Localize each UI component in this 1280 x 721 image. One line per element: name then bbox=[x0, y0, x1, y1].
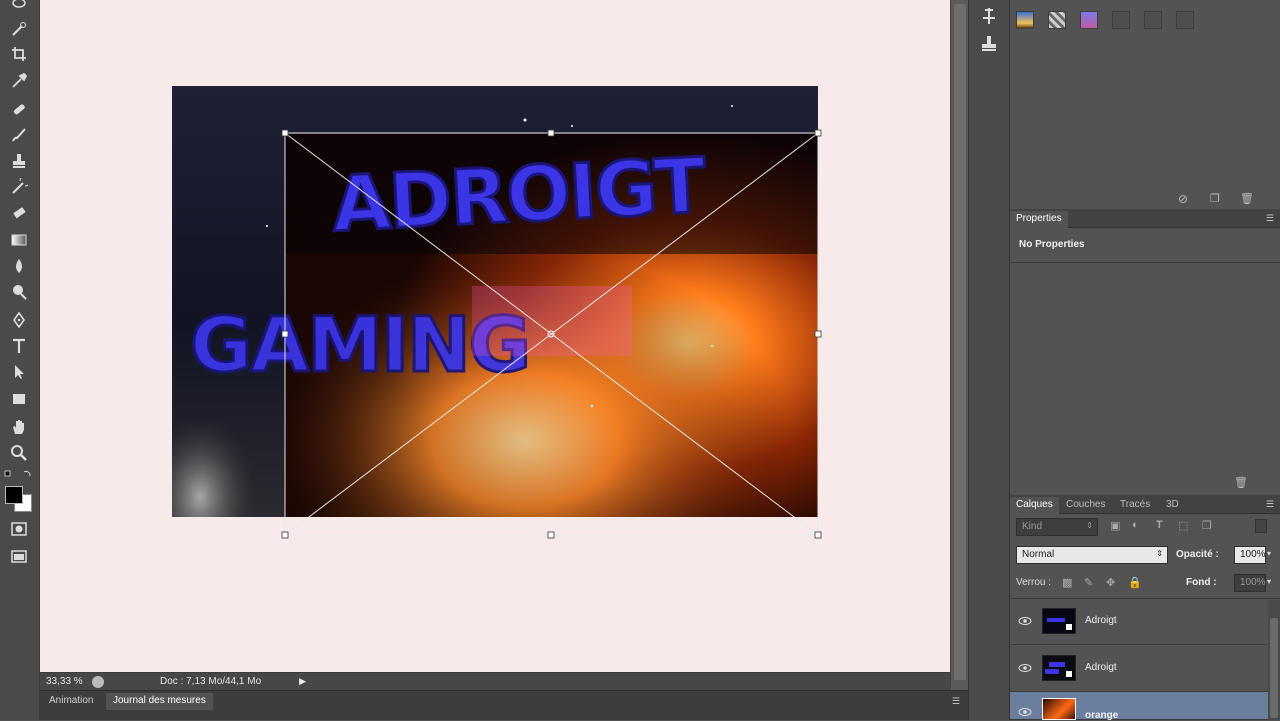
lock-label: Verrou : bbox=[1016, 577, 1052, 588]
opacity-input[interactable]: 100% bbox=[1234, 546, 1266, 564]
layer-row[interactable]: Adroigt bbox=[1010, 599, 1270, 645]
tab-measurement-log[interactable]: Journal des mesures bbox=[106, 693, 213, 710]
zoom-level[interactable]: 33,33 % bbox=[40, 676, 90, 687]
layer-row-selected[interactable]: orange bbox=[1010, 692, 1270, 721]
layer-thumbnail bbox=[1042, 655, 1076, 681]
canvas-vertical-scrollbar[interactable] bbox=[950, 0, 968, 690]
tab-paths[interactable]: Tracés bbox=[1114, 497, 1156, 514]
layers-panel-header: Calques Couches Tracés 3D ☰ bbox=[1010, 495, 1280, 514]
visibility-eye-icon[interactable] bbox=[1018, 662, 1032, 674]
filter-pixel-icon[interactable]: ▣ bbox=[1110, 519, 1120, 532]
layer-thumbnail bbox=[1042, 608, 1076, 634]
filter-adjustment-icon[interactable]: ◐ bbox=[1132, 519, 1139, 531]
properties-divider bbox=[1010, 262, 1280, 263]
style-swatch-empty-1[interactable] bbox=[1112, 11, 1130, 29]
tab-properties[interactable]: Properties bbox=[1010, 211, 1068, 228]
layer-row[interactable]: Adroigt bbox=[1010, 646, 1270, 692]
properties-delete-icon[interactable]: 🗑 bbox=[1234, 476, 1248, 489]
status-info-icon[interactable] bbox=[92, 675, 104, 688]
tool-presets-icon[interactable] bbox=[979, 6, 999, 26]
layers-scrollbar[interactable] bbox=[1268, 600, 1280, 720]
layers-scrollbar-thumb[interactable] bbox=[1270, 618, 1278, 718]
filter-toggle[interactable] bbox=[1255, 519, 1267, 533]
properties-menu-icon[interactable]: ☰ bbox=[1266, 213, 1274, 224]
scrollbar-thumb[interactable] bbox=[954, 4, 966, 680]
clone-source-icon[interactable] bbox=[979, 34, 999, 54]
status-menu-arrow-icon[interactable]: ▶ bbox=[299, 676, 306, 687]
tab-3d[interactable]: 3D bbox=[1160, 497, 1185, 514]
style-swatch-landscape[interactable] bbox=[1016, 11, 1034, 29]
lock-transparent-icon[interactable]: ▩ bbox=[1062, 576, 1072, 589]
kind-filter-label: Kind bbox=[1022, 521, 1043, 532]
filter-smart-object-icon[interactable]: ❐ bbox=[1202, 519, 1212, 532]
style-swatch-empty-3[interactable] bbox=[1176, 11, 1194, 29]
right-panels: ⊘ ❐ 🗑 Properties ☰ No Properties 🗑 Calqu… bbox=[1010, 0, 1280, 721]
layer-thumbnail bbox=[1042, 698, 1076, 720]
tab-layers[interactable]: Calques bbox=[1010, 497, 1059, 514]
style-swatch-gradient[interactable] bbox=[1080, 11, 1098, 29]
delete-style-icon[interactable]: 🗑 bbox=[1240, 192, 1254, 205]
style-swatch-pattern[interactable] bbox=[1048, 11, 1066, 29]
fill-dropdown-icon[interactable]: ▾ bbox=[1267, 577, 1271, 586]
lock-position-icon[interactable]: ✥ bbox=[1106, 576, 1115, 589]
free-transform-box[interactable] bbox=[0, 0, 950, 672]
status-bar: 33,33 % Doc : 7,13 Mo/44,1 Mo ▶ bbox=[40, 672, 950, 690]
collapsed-panels-strip bbox=[968, 0, 1010, 720]
properties-message: No Properties bbox=[1019, 239, 1085, 250]
blend-mode-select[interactable]: Normal ⇕ bbox=[1016, 546, 1168, 564]
visibility-eye-icon[interactable] bbox=[1018, 706, 1032, 718]
fill-input[interactable]: 100% bbox=[1234, 574, 1266, 592]
filter-shape-icon[interactable]: ⬚ bbox=[1178, 519, 1188, 532]
filter-type-icon[interactable]: T bbox=[1156, 519, 1163, 531]
lock-image-icon[interactable]: ✎ bbox=[1084, 576, 1093, 589]
adjustments-panel: ⊘ ❐ 🗑 bbox=[1010, 0, 1280, 206]
properties-panel-header: Properties ☰ bbox=[1010, 209, 1280, 228]
fill-label: Fond : bbox=[1186, 577, 1217, 588]
visibility-eye-icon[interactable] bbox=[1018, 615, 1032, 627]
style-swatch-empty-2[interactable] bbox=[1144, 11, 1162, 29]
layers-menu-icon[interactable]: ☰ bbox=[1266, 499, 1274, 510]
layer-name: orange bbox=[1085, 710, 1119, 721]
kind-filter-arrow-icon: ⇕ bbox=[1086, 521, 1093, 530]
opacity-label: Opacité : bbox=[1176, 549, 1219, 560]
document-size: Doc : 7,13 Mo/44,1 Mo bbox=[160, 676, 262, 687]
tab-channels[interactable]: Couches bbox=[1060, 497, 1111, 514]
layer-name: Adroigt bbox=[1085, 615, 1117, 626]
bottom-panel-tabs: Animation Journal des mesures ☰ bbox=[40, 690, 968, 720]
layer-name: Adroigt bbox=[1085, 662, 1117, 673]
blend-mode-arrow-icon: ⇕ bbox=[1156, 549, 1163, 558]
tab-animation[interactable]: Animation bbox=[42, 693, 100, 710]
panel-menu-icon[interactable]: ☰ bbox=[952, 696, 960, 707]
layer-kind-filter[interactable]: Kind ⇕ bbox=[1016, 518, 1098, 536]
blend-mode-value: Normal bbox=[1022, 549, 1055, 560]
new-style-icon[interactable]: ❐ bbox=[1210, 192, 1220, 205]
lock-all-icon[interactable]: 🔒 bbox=[1128, 576, 1142, 589]
opacity-dropdown-icon[interactable]: ▾ bbox=[1267, 549, 1271, 558]
clear-style-icon[interactable]: ⊘ bbox=[1178, 192, 1188, 206]
